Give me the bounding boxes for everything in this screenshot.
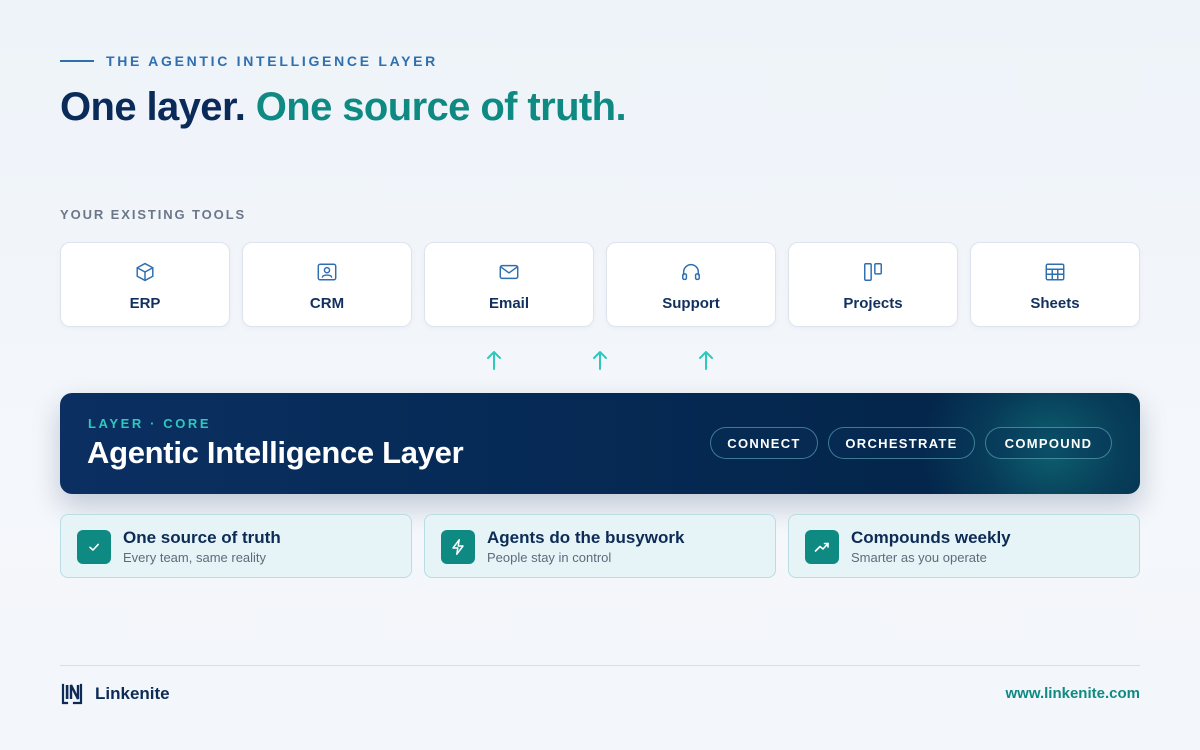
linkenite-logo-icon xyxy=(61,683,83,705)
pill-orchestrate: ORCHESTRATE xyxy=(828,427,975,459)
check-icon xyxy=(77,530,111,564)
headline-part-2: One source of truth. xyxy=(255,85,627,129)
eyebrow-text: THE AGENTIC INTELLIGENCE LAYER xyxy=(106,53,438,69)
arrow-up-icon xyxy=(487,351,501,370)
envelope-icon xyxy=(497,260,521,284)
website-link[interactable]: www.linkenite.com xyxy=(1006,685,1140,702)
tool-card-email: Email xyxy=(424,242,594,327)
headphones-icon xyxy=(679,260,703,284)
box-icon xyxy=(133,260,157,284)
kanban-icon xyxy=(861,260,885,284)
arrow-up-icon xyxy=(593,351,607,370)
tools-label: YOUR EXISTING TOOLS xyxy=(60,207,247,222)
tool-card-sheets: Sheets xyxy=(970,242,1140,327)
tool-label-support: Support xyxy=(662,295,720,312)
benefit-card-compounds: Compounds weekly Smarter as you operate xyxy=(788,514,1140,578)
tool-label-erp: ERP xyxy=(129,295,161,312)
table-icon xyxy=(1043,260,1067,284)
brand: Linkenite xyxy=(60,682,170,706)
benefit-title: Agents do the busywork xyxy=(487,528,685,547)
page: THE AGENTIC INTELLIGENCE LAYER One layer… xyxy=(0,0,1200,750)
benefit-title: Compounds weekly xyxy=(851,528,1011,547)
brand-name: Linkenite xyxy=(95,684,170,703)
core-title: Agentic Intelligence Layer xyxy=(87,435,464,470)
tool-card-support: Support xyxy=(606,242,776,327)
arrow-up-icon xyxy=(699,351,713,370)
benefit-card-busywork: Agents do the busywork People stay in co… xyxy=(424,514,776,578)
tool-label-sheets: Sheets xyxy=(1030,295,1080,312)
benefit-card-source-of-truth: One source of truth Every team, same rea… xyxy=(60,514,412,578)
core-layer-band: LAYER · CORE Agentic Intelligence Layer … xyxy=(60,393,1140,494)
benefit-subtitle: People stay in control xyxy=(487,550,612,565)
tool-card-crm: CRM xyxy=(242,242,412,327)
trend-up-icon xyxy=(805,530,839,564)
footer-divider xyxy=(60,665,1140,666)
core-eyebrow: LAYER · CORE xyxy=(88,416,212,431)
headline: One layer. One source of truth. xyxy=(60,84,627,130)
tool-label-email: Email xyxy=(488,295,530,312)
contact-card-icon xyxy=(315,260,339,284)
lightning-icon xyxy=(441,530,475,564)
tool-label-crm: CRM xyxy=(309,295,345,312)
benefit-subtitle: Smarter as you operate xyxy=(851,550,987,565)
pill-compound: COMPOUND xyxy=(985,427,1112,459)
tool-label-projects: Projects xyxy=(843,295,903,312)
pill-connect: CONNECT xyxy=(710,427,818,459)
tool-card-projects: Projects xyxy=(788,242,958,327)
headline-part-1: One layer. xyxy=(60,85,246,129)
tools-row: ERP CRM Email Support Projects Sheets xyxy=(60,242,1140,327)
tool-card-erp: ERP xyxy=(60,242,230,327)
eyebrow-rule xyxy=(60,60,94,62)
eyebrow: THE AGENTIC INTELLIGENCE LAYER xyxy=(60,53,438,69)
benefit-title: One source of truth xyxy=(123,528,281,547)
benefit-subtitle: Every team, same reality xyxy=(123,550,267,565)
